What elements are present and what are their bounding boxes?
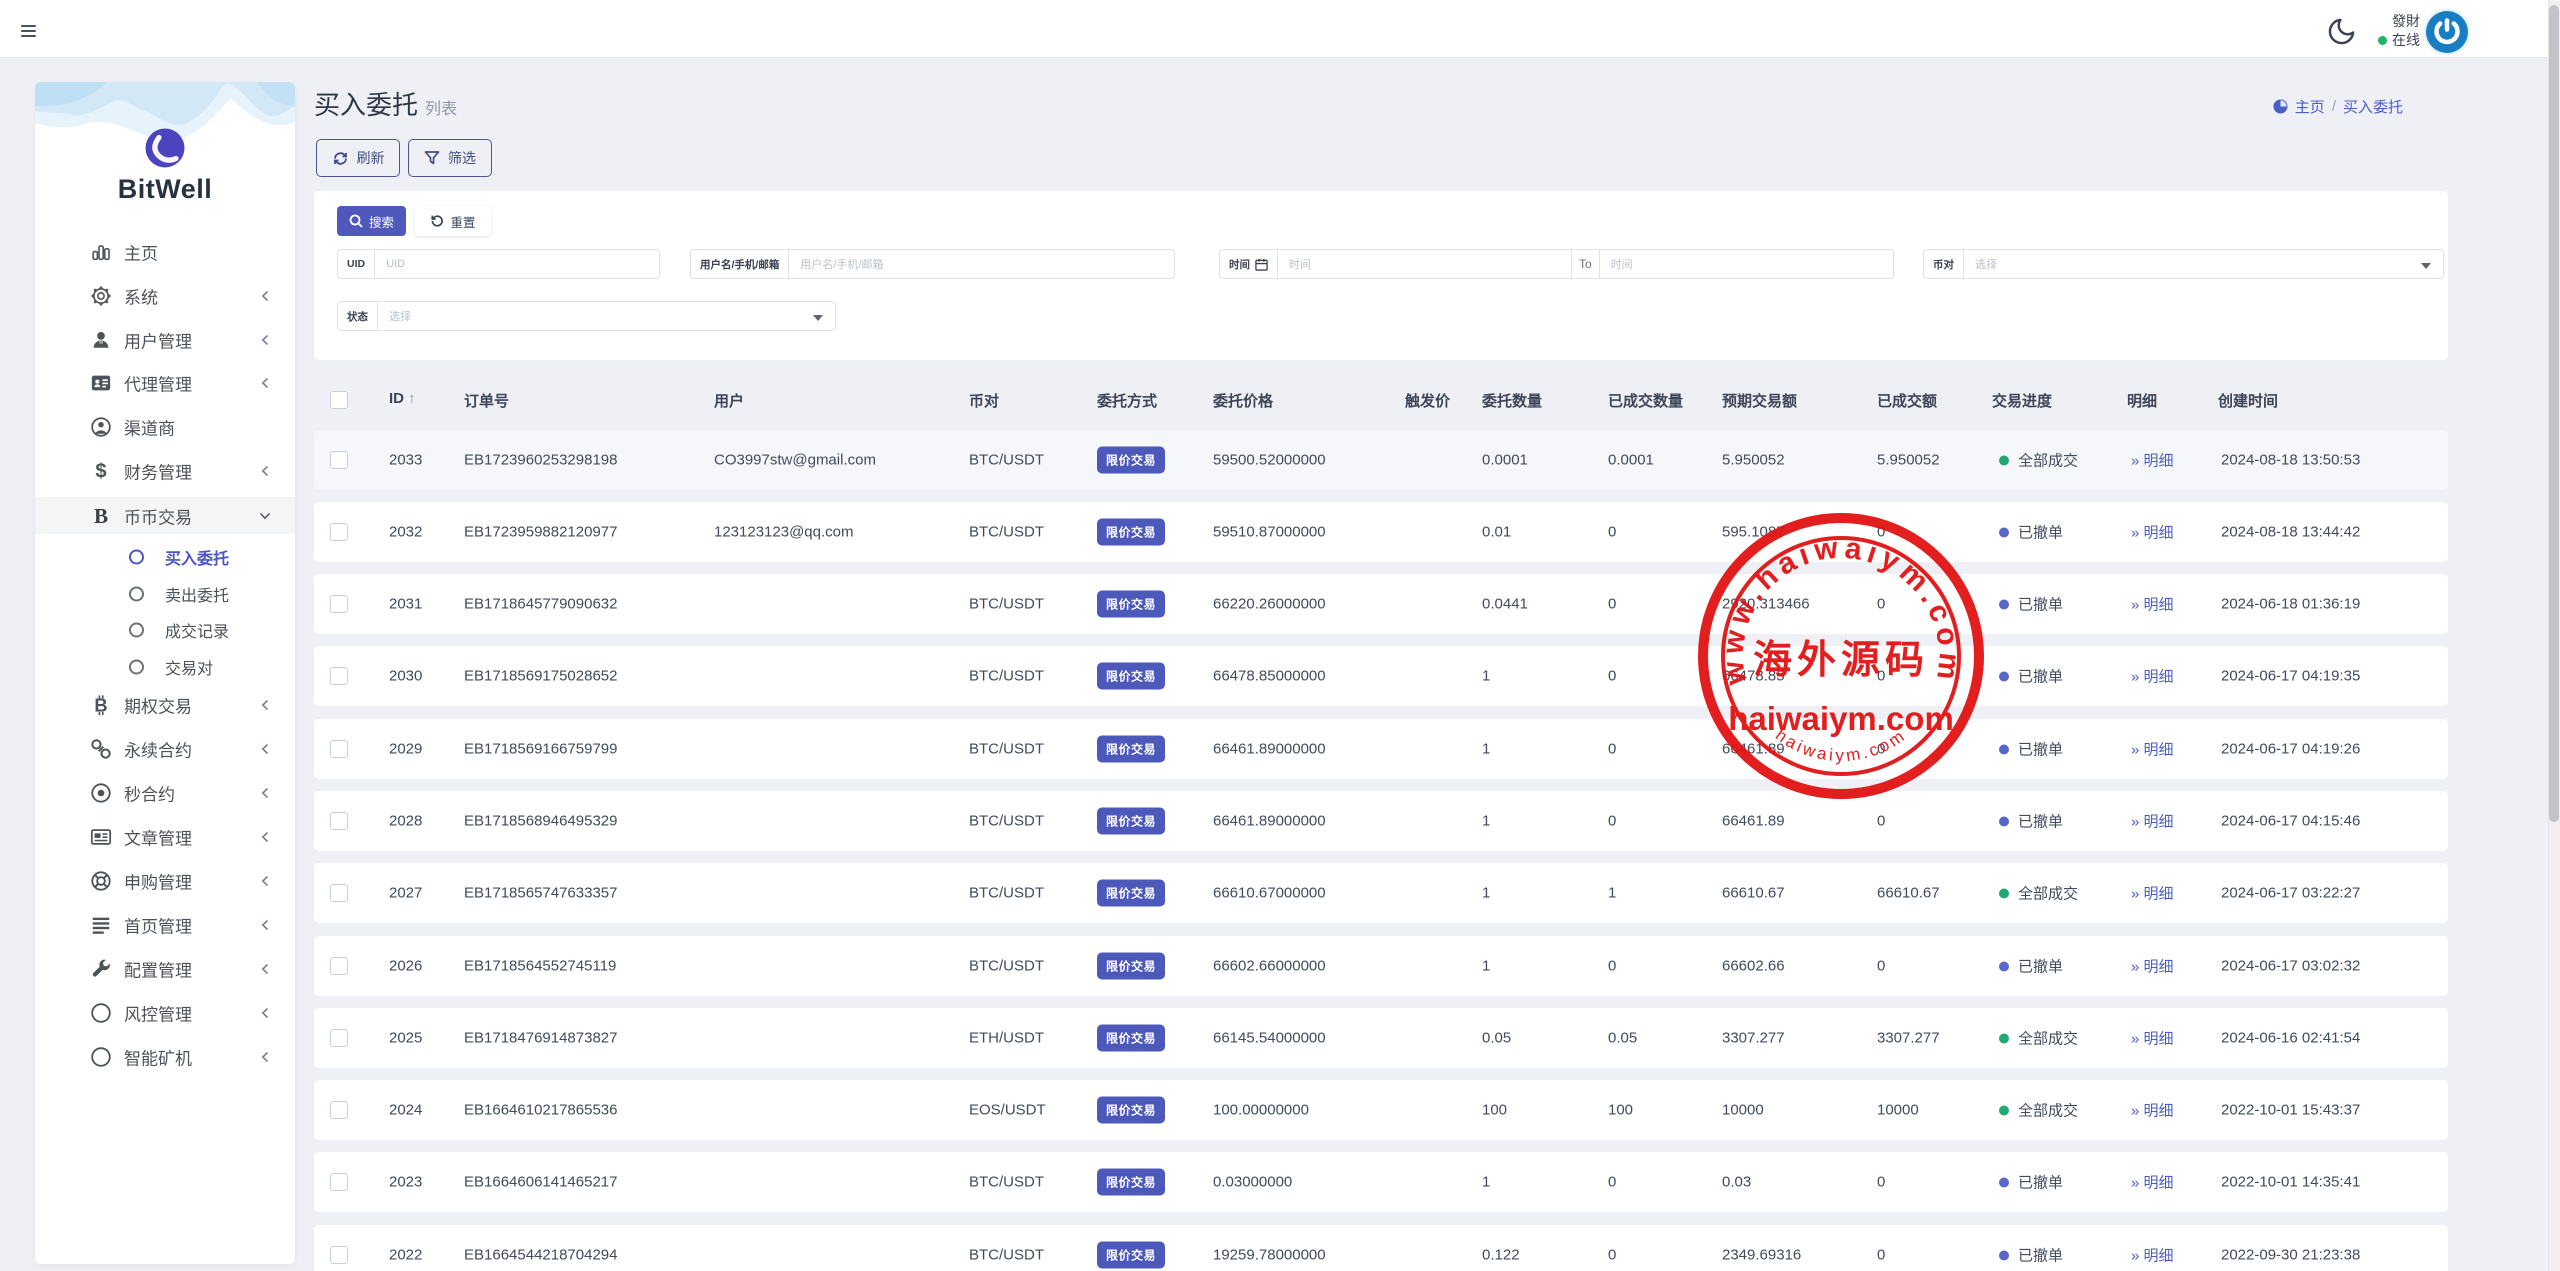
svg-text:B: B — [94, 505, 108, 527]
svg-text:B: B — [94, 694, 107, 715]
svg-text:海外源码: 海外源码 — [1753, 639, 1929, 682]
svg-text:haiwaiym.com: haiwaiym.com — [1728, 700, 1954, 737]
svg-text:$: $ — [95, 460, 106, 482]
